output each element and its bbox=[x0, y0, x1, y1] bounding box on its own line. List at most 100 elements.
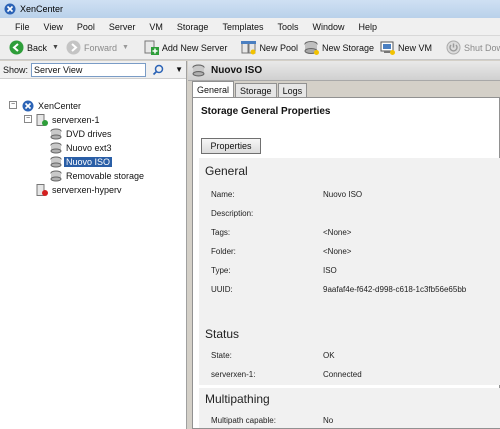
forward-arrow-icon bbox=[66, 40, 81, 55]
storage-disk-icon bbox=[192, 64, 205, 77]
object-title: Nuovo ISO bbox=[211, 65, 263, 76]
tree-label: XenCenter bbox=[38, 100, 82, 111]
tree-node-nuovo-ext3[interactable]: Nuovo ext3 bbox=[50, 141, 114, 154]
menu-templates[interactable]: Templates bbox=[215, 22, 270, 32]
tab-general[interactable]: General bbox=[192, 81, 235, 97]
forward-dropdown[interactable]: ▼ bbox=[122, 44, 129, 51]
search-button[interactable] bbox=[150, 63, 167, 77]
storage-disk-icon bbox=[50, 170, 62, 181]
general-tab-content: Storage General Properties Properties Ge… bbox=[192, 97, 500, 429]
view-selector-input[interactable]: Server View bbox=[31, 62, 146, 77]
title-bar: XenCenter bbox=[0, 0, 500, 18]
property-row-host-status: serverxen-1: Connected bbox=[211, 370, 362, 379]
page-title: Storage General Properties bbox=[201, 106, 331, 117]
toolbar: Back ▼ Forward ▼ Add New Server New Pool… bbox=[0, 36, 500, 60]
property-value: No bbox=[323, 416, 334, 425]
property-row-description: Description: bbox=[211, 209, 253, 218]
property-value: ISO bbox=[323, 266, 337, 275]
property-row-tags: Tags: <None> bbox=[211, 228, 351, 237]
menu-file[interactable]: File bbox=[8, 22, 37, 32]
search-icon bbox=[153, 64, 164, 75]
view-selector-value: Server View bbox=[34, 64, 83, 75]
menu-server[interactable]: Server bbox=[102, 22, 143, 32]
menu-window[interactable]: Window bbox=[305, 22, 351, 32]
tab-logs[interactable]: Logs bbox=[277, 83, 308, 97]
properties-button[interactable]: Properties bbox=[201, 138, 261, 154]
back-arrow-icon bbox=[9, 40, 24, 55]
chevron-down-icon[interactable]: ▼ bbox=[175, 65, 183, 74]
tree-label: Nuovo ISO bbox=[62, 155, 114, 168]
menu-bar: File View Pool Server VM Storage Templat… bbox=[0, 18, 500, 36]
xencenter-icon bbox=[4, 3, 16, 15]
section-title: General bbox=[205, 164, 248, 178]
show-bar: Show: Server View ▼ bbox=[0, 61, 186, 79]
tree-node-nuovo-iso[interactable]: Nuovo ISO bbox=[50, 155, 114, 168]
add-new-server-label: Add New Server bbox=[161, 42, 228, 53]
object-header: Nuovo ISO bbox=[188, 61, 500, 81]
back-label: Back bbox=[27, 42, 48, 53]
show-label: Show: bbox=[3, 64, 29, 75]
new-pool-label: New Pool bbox=[259, 42, 298, 53]
new-vm-icon bbox=[380, 41, 395, 55]
storage-disk-icon bbox=[50, 142, 62, 153]
collapse-toggle-xencenter[interactable]: − bbox=[9, 101, 17, 109]
tree-label: Removable storage bbox=[66, 170, 145, 181]
back-button[interactable]: Back bbox=[6, 38, 50, 58]
forward-button[interactable]: Forward bbox=[63, 38, 120, 58]
menu-tools[interactable]: Tools bbox=[270, 22, 305, 32]
section-general: General Name: Nuovo ISO Description: Tags… bbox=[199, 158, 500, 342]
window-title: XenCenter bbox=[20, 4, 64, 14]
property-label: UUID: bbox=[211, 285, 233, 294]
tree-node-serverxen-1[interactable]: serverxen-1 bbox=[36, 113, 102, 126]
add-new-server-button[interactable]: Add New Server bbox=[141, 38, 231, 58]
storage-disk-icon bbox=[50, 128, 62, 139]
collapse-toggle-server1[interactable]: − bbox=[24, 115, 32, 123]
tab-strip: General Storage Logs bbox=[188, 81, 500, 97]
property-value: OK bbox=[323, 351, 335, 360]
new-vm-label: New VM bbox=[398, 42, 433, 53]
property-value: <None> bbox=[323, 228, 352, 237]
tree-node-xencenter[interactable]: XenCenter bbox=[22, 99, 83, 112]
property-row-state: State: OK bbox=[211, 351, 335, 360]
property-row-multipath: Multipath capable: No bbox=[211, 416, 333, 425]
shut-down-label: Shut Down bbox=[464, 42, 500, 53]
new-storage-button[interactable]: New Storage bbox=[301, 38, 377, 58]
xencenter-icon bbox=[22, 100, 34, 111]
details-pane: Nuovo ISO General Storage Logs Storage G… bbox=[188, 61, 500, 429]
tree-node-removable-storage[interactable]: Removable storage bbox=[50, 169, 146, 182]
section-title: Status bbox=[205, 327, 240, 341]
tree-node-serverxen-hyperv[interactable]: serverxen-hyperv bbox=[36, 183, 124, 196]
property-value: Connected bbox=[323, 370, 362, 379]
property-label: Description: bbox=[211, 209, 254, 218]
menu-view[interactable]: View bbox=[37, 22, 70, 32]
property-label: Tags: bbox=[211, 228, 231, 237]
menu-pool[interactable]: Pool bbox=[70, 22, 102, 32]
back-dropdown[interactable]: ▼ bbox=[52, 44, 59, 51]
server-error-icon bbox=[36, 183, 48, 196]
new-pool-icon bbox=[241, 41, 257, 55]
property-label: State: bbox=[211, 351, 232, 360]
shut-down-button[interactable]: Shut Down bbox=[443, 38, 500, 58]
property-label: Type: bbox=[211, 266, 231, 275]
tree-label: DVD drives bbox=[66, 128, 112, 139]
new-vm-button[interactable]: New VM bbox=[377, 38, 435, 58]
tree-label: serverxen-hyperv bbox=[52, 184, 122, 195]
property-value: Nuovo ISO bbox=[323, 190, 363, 199]
tab-storage[interactable]: Storage bbox=[235, 83, 277, 97]
property-row-uuid: UUID: 9aafaf4e-f642-d998-c618-1c3fb56e65b… bbox=[211, 285, 466, 294]
property-label: Folder: bbox=[211, 247, 236, 256]
power-icon bbox=[446, 40, 461, 55]
tree-node-dvd-drives[interactable]: DVD drives bbox=[50, 127, 114, 140]
menu-storage[interactable]: Storage bbox=[170, 22, 216, 32]
property-label: serverxen-1: bbox=[211, 370, 256, 379]
menu-help[interactable]: Help bbox=[352, 22, 385, 32]
property-row-folder: Folder: <None> bbox=[211, 247, 351, 256]
property-label: Multipath capable: bbox=[211, 416, 276, 425]
property-row-name: Name: Nuovo ISO bbox=[211, 190, 362, 199]
menu-vm[interactable]: VM bbox=[142, 22, 170, 32]
property-row-type: Type: ISO bbox=[211, 266, 337, 275]
storage-disk-icon bbox=[50, 156, 62, 167]
section-title: Multipathing bbox=[205, 392, 270, 406]
add-server-icon bbox=[144, 40, 159, 55]
new-pool-button[interactable]: New Pool bbox=[238, 38, 301, 58]
